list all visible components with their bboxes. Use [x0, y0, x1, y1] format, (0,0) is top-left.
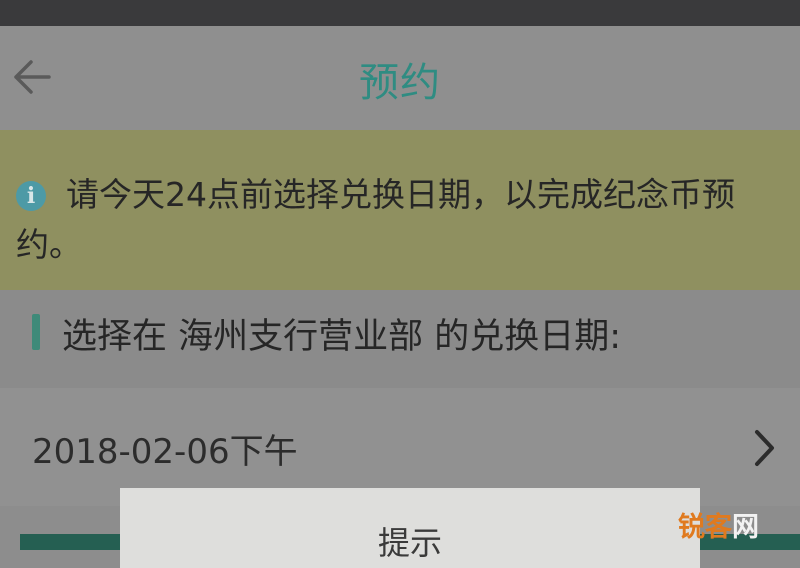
section-label: 选择在 海州支行营业部 的兑换日期:	[62, 317, 622, 357]
notice-banner: i 请今天24点前选择兑换日期，以完成纪念币预约。	[0, 130, 800, 290]
alert-dialog: 提示	[120, 488, 700, 568]
notice-text: 请今天24点前选择兑换日期，以完成纪念币预约。	[16, 175, 735, 264]
selected-date: 2018-02-06下午	[32, 432, 298, 472]
notice-content: i 请今天24点前选择兑换日期，以完成纪念币预约。	[16, 170, 788, 270]
page-title: 预约	[359, 60, 441, 106]
chevron-right-icon	[750, 428, 778, 468]
dialog-title: 提示	[377, 524, 442, 562]
nav-bar: 预约	[0, 26, 800, 130]
watermark-logo: 锐客网	[678, 512, 759, 543]
section-accent-bar	[32, 314, 40, 350]
info-icon: i	[16, 181, 46, 211]
bottom-button-left-edge	[20, 534, 120, 550]
section-header: 选择在 海州支行营业部 的兑换日期:	[0, 290, 800, 388]
status-bar	[0, 0, 800, 26]
